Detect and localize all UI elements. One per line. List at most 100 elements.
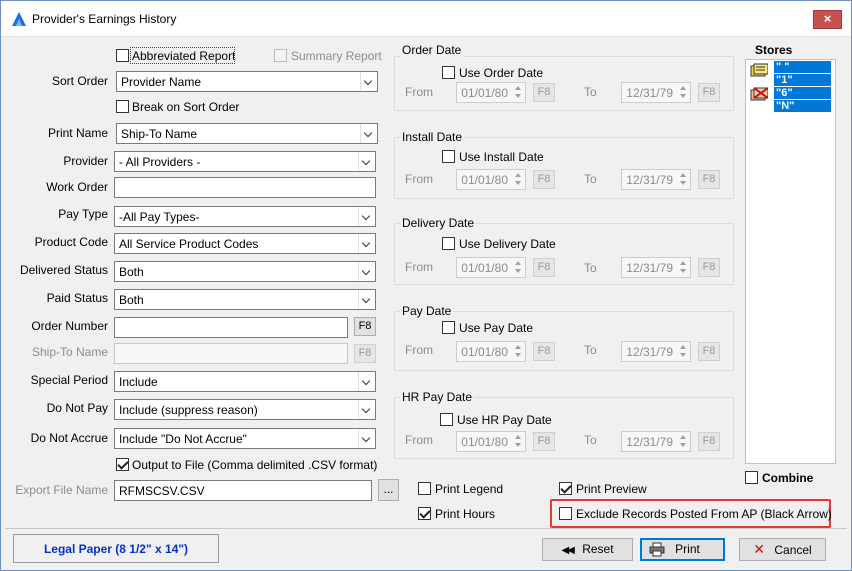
hr-pay-date-from-value: 01/01/80 [461, 435, 508, 449]
order-number-input[interactable] [114, 317, 348, 338]
order-date-from-f8-button[interactable]: F8 [533, 83, 555, 102]
delivery-date-to-f8-button[interactable]: F8 [698, 258, 720, 277]
work-order-input[interactable] [114, 177, 376, 198]
print-legend-checkbox[interactable] [418, 482, 431, 495]
chevron-down-icon[interactable] [360, 72, 377, 91]
use-install-date-checkbox[interactable] [442, 150, 455, 163]
spin-arrows-icon[interactable] [512, 343, 524, 360]
print-button[interactable]: Print [640, 538, 725, 561]
delivered-status-dropdown[interactable]: Both [114, 261, 376, 282]
chevron-down-icon[interactable] [358, 152, 375, 171]
spin-arrows-icon[interactable] [512, 171, 524, 188]
install-date-from-input[interactable]: 01/01/80 [456, 169, 526, 190]
install-date-title: Install Date [400, 130, 465, 144]
paper-size-panel: Legal Paper (8 1/2" x 14") [13, 534, 219, 563]
browse-button[interactable]: ... [378, 479, 399, 501]
pay-type-dropdown[interactable]: -All Pay Types- [114, 206, 376, 227]
exclude-ap-records-checkbox[interactable] [559, 507, 572, 520]
spin-arrows-icon[interactable] [677, 259, 689, 276]
focus-rectangle [130, 47, 235, 64]
cancel-button[interactable]: ✕ Cancel [739, 538, 826, 561]
delivery-date-from-f8-button[interactable]: F8 [533, 258, 555, 277]
print-name-dropdown[interactable]: Ship-To Name [116, 123, 378, 144]
chevron-down-icon[interactable] [358, 372, 375, 391]
chevron-down-icon[interactable] [358, 400, 375, 419]
printer-icon [649, 542, 665, 557]
use-delivery-date-checkbox[interactable] [442, 237, 455, 250]
install-date-from-f8-button[interactable]: F8 [533, 170, 555, 189]
ship-to-name-f8-button[interactable]: F8 [354, 344, 376, 363]
provider-value: - All Providers - [119, 155, 201, 169]
chevron-down-icon[interactable] [358, 290, 375, 309]
hr-pay-date-to-input[interactable]: 12/31/79 [621, 431, 691, 452]
special-period-value: Include [119, 375, 158, 389]
order-date-from-input[interactable]: 01/01/80 [456, 82, 526, 103]
store-item[interactable]: "N" [774, 100, 831, 112]
spin-arrows-icon[interactable] [677, 171, 689, 188]
pay-date-to-input[interactable]: 12/31/79 [621, 341, 691, 362]
provider-dropdown[interactable]: - All Providers - [114, 151, 376, 172]
store-item[interactable]: "1" [774, 74, 831, 86]
delivery-date-to-input[interactable]: 12/31/79 [621, 257, 691, 278]
reset-button[interactable]: ◀◀ Reset [542, 538, 633, 561]
use-pay-date-checkbox[interactable] [442, 321, 455, 334]
stores-title: Stores [755, 43, 793, 57]
combine-checkbox[interactable] [745, 471, 758, 484]
chevron-down-icon[interactable] [358, 429, 375, 448]
ship-to-name-label: Ship-To Name [31, 345, 108, 359]
chevron-down-icon[interactable] [360, 124, 377, 143]
hr-pay-date-to-f8-button[interactable]: F8 [698, 432, 720, 451]
spin-arrows-icon[interactable] [512, 433, 524, 450]
export-file-name-input[interactable]: RFMSCSV.CSV [114, 480, 372, 501]
print-label: Print [675, 542, 700, 556]
pay-date-from-f8-button[interactable]: F8 [533, 342, 555, 361]
chevron-down-icon[interactable] [358, 207, 375, 226]
install-date-to-f8-button[interactable]: F8 [698, 170, 720, 189]
break-on-sort-order-checkbox[interactable] [116, 100, 129, 113]
print-hours-label: Print Hours [435, 507, 496, 521]
chevron-down-icon[interactable] [358, 262, 375, 281]
use-order-date-checkbox[interactable] [442, 66, 455, 79]
install-date-to-input[interactable]: 12/31/79 [621, 169, 691, 190]
summary-report-label: Summary Report [291, 49, 382, 63]
do-not-pay-dropdown[interactable]: Include (suppress reason) [114, 399, 376, 420]
store-item[interactable]: " " [774, 61, 831, 73]
output-to-file-checkbox[interactable] [116, 458, 129, 471]
order-date-to-input[interactable]: 12/31/79 [621, 82, 691, 103]
print-preview-checkbox[interactable] [559, 482, 572, 495]
use-hr-pay-date-checkbox[interactable] [440, 413, 453, 426]
order-date-to-f8-button[interactable]: F8 [698, 83, 720, 102]
hr-pay-date-title: HR Pay Date [400, 390, 475, 404]
do-not-accrue-dropdown[interactable]: Include "Do Not Accrue" [114, 428, 376, 449]
hr-pay-date-from-f8-button[interactable]: F8 [533, 432, 555, 451]
install-date-to-label: To [584, 172, 597, 186]
ship-to-name-input[interactable] [114, 343, 348, 364]
close-button[interactable]: × [813, 10, 842, 29]
spin-arrows-icon[interactable] [677, 433, 689, 450]
store-item[interactable]: "6" [774, 87, 831, 99]
special-period-dropdown[interactable]: Include [114, 371, 376, 392]
hr-pay-date-from-input[interactable]: 01/01/80 [456, 431, 526, 452]
store-red-icon [750, 87, 768, 101]
summary-report-checkbox[interactable] [274, 49, 287, 62]
spin-arrows-icon[interactable] [677, 343, 689, 360]
chevron-down-icon[interactable] [358, 234, 375, 253]
do-not-accrue-value: Include "Do Not Accrue" [119, 432, 247, 446]
order-number-f8-button[interactable]: F8 [354, 317, 376, 336]
install-date-from-value: 01/01/80 [461, 173, 508, 187]
product-code-dropdown[interactable]: All Service Product Codes [114, 233, 376, 254]
stores-list[interactable]: " " "1" "6" "N" [745, 59, 836, 464]
spin-arrows-icon[interactable] [512, 84, 524, 101]
abbreviated-report-checkbox[interactable] [116, 49, 129, 62]
print-hours-checkbox[interactable] [418, 507, 431, 520]
pay-type-label: Pay Type [58, 207, 108, 221]
pay-date-to-f8-button[interactable]: F8 [698, 342, 720, 361]
spin-arrows-icon[interactable] [512, 259, 524, 276]
exclude-ap-records-label: Exclude Records Posted From AP (Black Ar… [576, 507, 832, 521]
delivery-date-from-input[interactable]: 01/01/80 [456, 257, 526, 278]
spin-arrows-icon[interactable] [677, 84, 689, 101]
sort-order-dropdown[interactable]: Provider Name [116, 71, 378, 92]
paid-status-dropdown[interactable]: Both [114, 289, 376, 310]
pay-date-from-input[interactable]: 01/01/80 [456, 341, 526, 362]
delivered-status-label: Delivered Status [19, 263, 108, 277]
